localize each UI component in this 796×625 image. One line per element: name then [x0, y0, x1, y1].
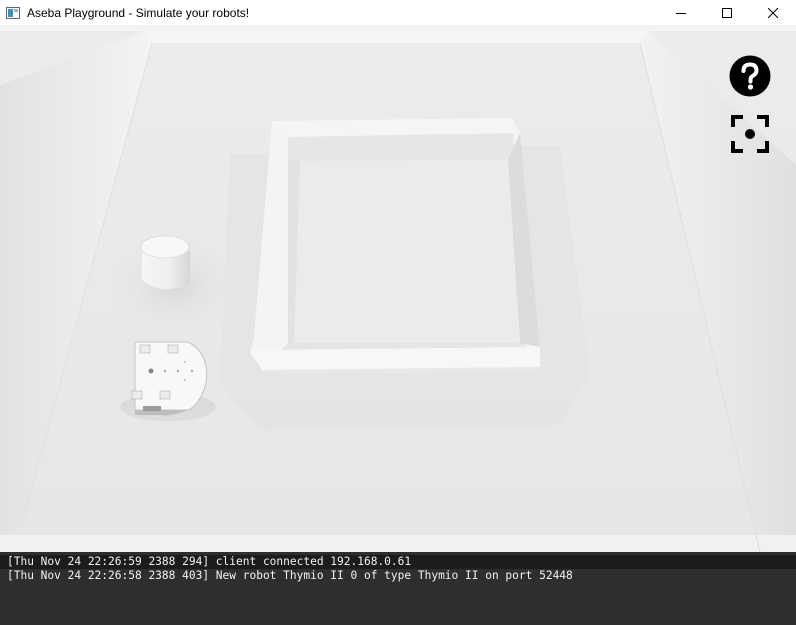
- close-icon: [768, 7, 778, 18]
- simulation-viewport[interactable]: [0, 25, 796, 552]
- log-line: [Thu Nov 24 22:26:59 2388 294] client co…: [0, 555, 796, 569]
- question-mark-icon: [729, 55, 771, 97]
- minimize-icon: [676, 12, 686, 14]
- help-button[interactable]: [729, 55, 771, 97]
- scene-canvas[interactable]: [0, 25, 796, 552]
- title-bar[interactable]: Aseba Playground - Simulate your robots!: [0, 0, 796, 25]
- inner-square-enclosure: [250, 118, 540, 373]
- close-button[interactable]: [750, 0, 796, 25]
- window-controls: [658, 0, 796, 25]
- maximize-icon: [722, 7, 732, 18]
- fullscreen-focus-icon: [731, 115, 769, 153]
- fullscreen-button[interactable]: [731, 115, 769, 153]
- cylinder-obstacle: [105, 230, 245, 340]
- window-title: Aseba Playground - Simulate your robots!: [27, 5, 250, 20]
- playground-window: Aseba Playground - Simulate your robots!: [0, 0, 796, 625]
- log-line: [Thu Nov 24 22:26:58 2388 403] New robot…: [7, 569, 573, 582]
- minimize-button[interactable]: [658, 0, 704, 25]
- maximize-button[interactable]: [704, 0, 750, 25]
- app-icon: [6, 6, 20, 19]
- log-console[interactable]: [Thu Nov 24 22:26:59 2388 294] client co…: [0, 552, 796, 625]
